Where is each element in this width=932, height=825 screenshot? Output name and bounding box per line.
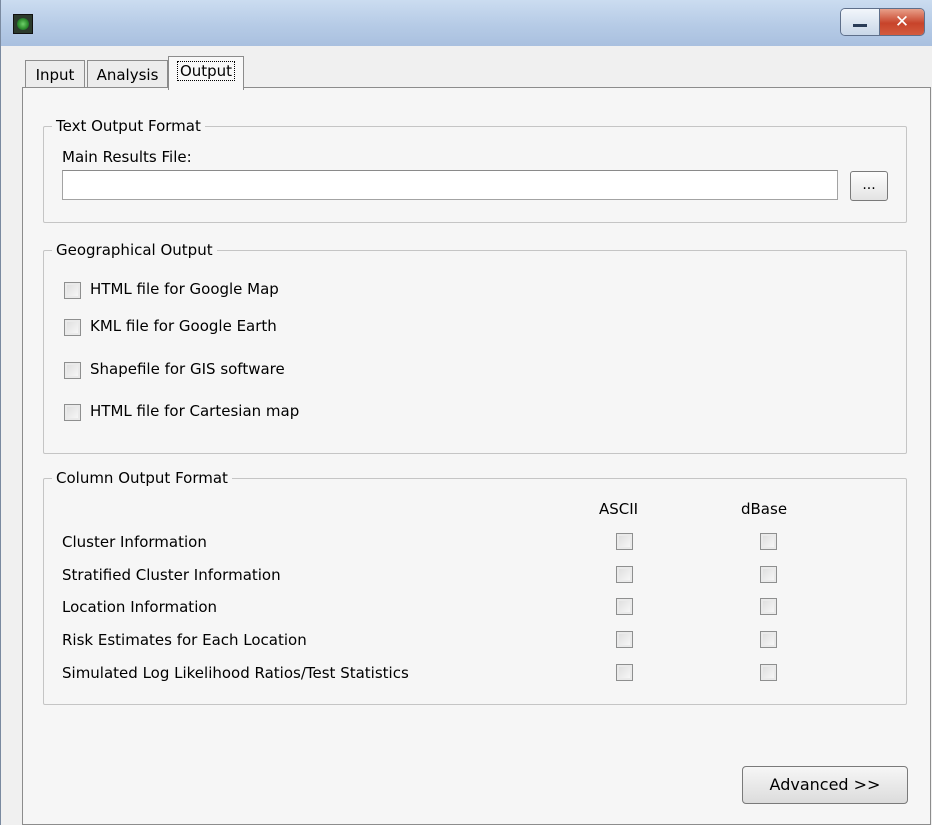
tab-input[interactable]: Input (25, 60, 85, 89)
ascii-column-header: ASCII (599, 500, 639, 518)
app-window: ✕ Input Analysis Output Text Output Form… (0, 0, 932, 825)
simulated-llr-ascii-checkbox[interactable] (616, 664, 633, 681)
stratified-info-ascii-checkbox[interactable] (616, 566, 633, 583)
google-map-checkbox[interactable] (64, 282, 81, 299)
geo-output-legend: Geographical Output (52, 240, 217, 260)
column-row-label: Location Information (62, 598, 218, 616)
minimize-icon (853, 23, 867, 27)
google-map-label: HTML file for Google Map (90, 280, 279, 298)
browse-button[interactable]: ... (850, 171, 888, 201)
dbase-column-header: dBase (741, 500, 788, 518)
simulated-llr-dbase-checkbox[interactable] (760, 664, 777, 681)
cartesian-checkbox[interactable] (64, 404, 81, 421)
cartesian-label: HTML file for Cartesian map (90, 402, 300, 420)
column-row-label: Risk Estimates for Each Location (62, 631, 307, 649)
tab-analysis[interactable]: Analysis (87, 60, 168, 89)
cluster-info-ascii-checkbox[interactable] (616, 533, 633, 550)
title-bar[interactable]: ✕ (1, 0, 932, 46)
text-output-legend: Text Output Format (52, 116, 205, 136)
main-results-input[interactable] (62, 170, 838, 200)
cluster-info-dbase-checkbox[interactable] (760, 533, 777, 550)
close-icon: ✕ (894, 12, 910, 32)
tab-output[interactable]: Output (168, 56, 244, 90)
minimize-button[interactable] (841, 9, 880, 35)
column-row-label: Stratified Cluster Information (62, 566, 281, 584)
close-button[interactable]: ✕ (880, 9, 924, 35)
stratified-info-dbase-checkbox[interactable] (760, 566, 777, 583)
location-info-ascii-checkbox[interactable] (616, 598, 633, 615)
shapefile-checkbox[interactable] (64, 362, 81, 379)
tab-analysis-label: Analysis (96, 66, 159, 84)
tab-input-label: Input (35, 66, 75, 84)
column-row-label: Simulated Log Likelihood Ratios/Test Sta… (62, 664, 409, 682)
advanced-button[interactable]: Advanced >> (742, 766, 908, 804)
google-earth-label: KML file for Google Earth (90, 317, 277, 335)
window-controls: ✕ (840, 8, 925, 36)
column-output-legend: Column Output Format (52, 468, 232, 488)
risk-estimates-ascii-checkbox[interactable] (616, 631, 633, 648)
app-icon[interactable] (13, 14, 33, 34)
column-row-label: Cluster Information (62, 533, 207, 551)
tab-output-label: Output (176, 61, 236, 81)
risk-estimates-dbase-checkbox[interactable] (760, 631, 777, 648)
google-earth-checkbox[interactable] (64, 319, 81, 336)
main-results-label: Main Results File: (62, 148, 192, 166)
shapefile-label: Shapefile for GIS software (90, 360, 285, 378)
location-info-dbase-checkbox[interactable] (760, 598, 777, 615)
